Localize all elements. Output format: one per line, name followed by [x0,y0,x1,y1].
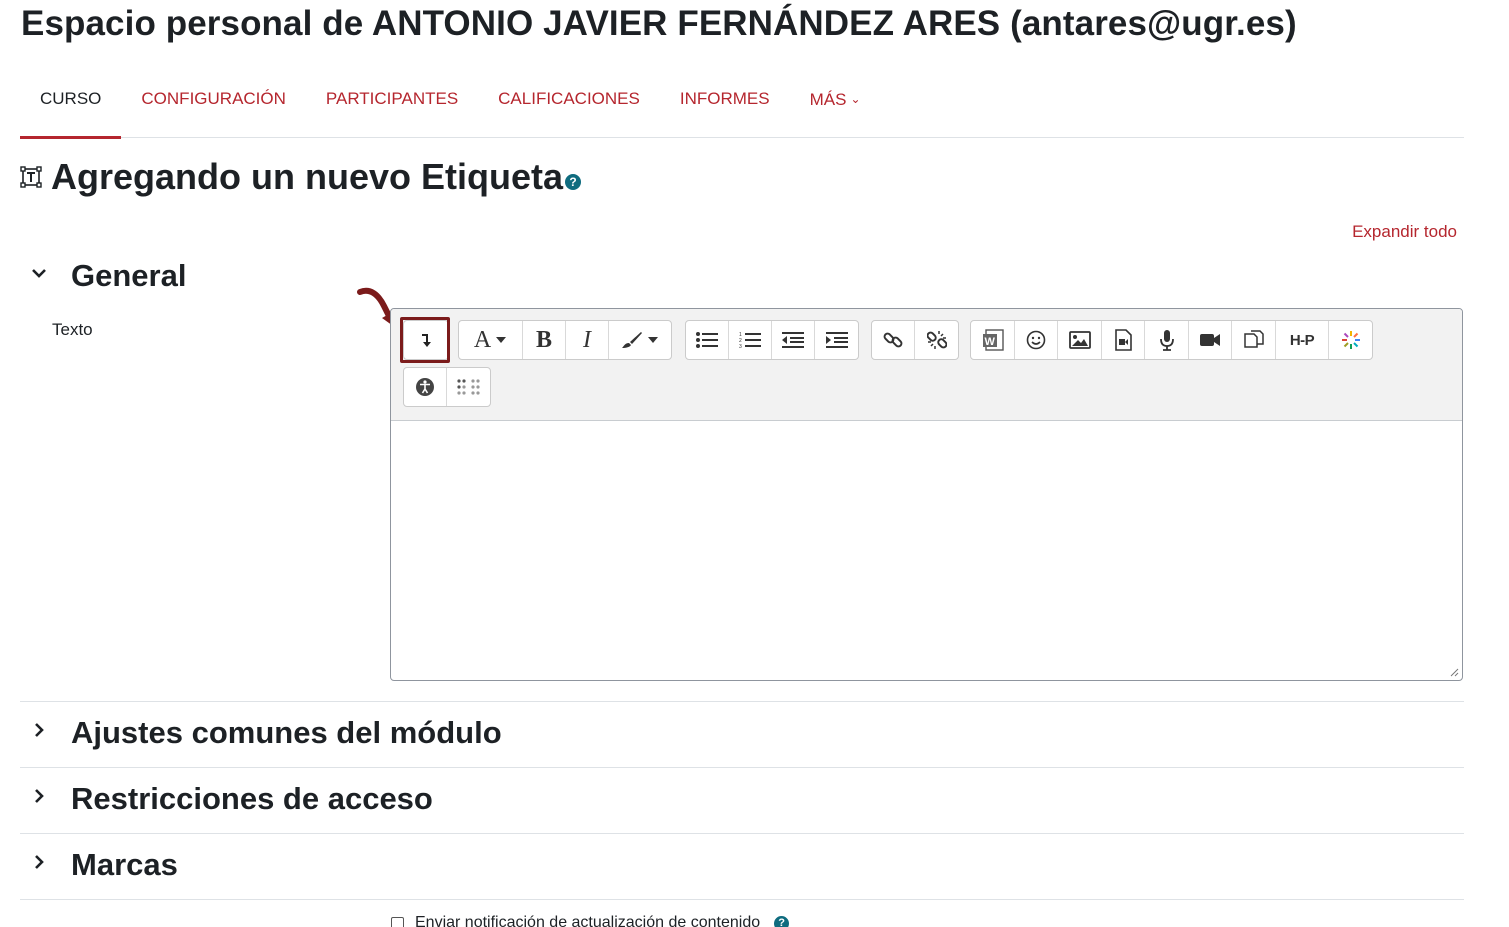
toolbar-group-links [871,320,959,360]
course-secondary-nav: CURSO CONFIGURACIÓN PARTICIPANTES CALIFI… [20,60,1464,139]
section-tags-header[interactable]: Marcas [30,847,178,883]
paint-brush-icon [622,332,642,348]
italic-button[interactable]: I [566,321,609,359]
section-access-header[interactable]: Restricciones de acceso [30,781,433,817]
toolbar-group-accessibility [403,367,491,407]
caret-down-icon [648,337,658,343]
caret-down-icon [496,337,507,343]
section-title: General [71,258,187,293]
record-audio-button[interactable] [1145,321,1189,359]
tab-label: CONFIGURACIÓN [141,89,286,108]
chevron-right-icon [30,853,50,877]
label-icon [20,166,42,188]
editor-content-area[interactable] [391,421,1462,680]
word-label: W [984,336,995,348]
page-header-prefix: Espacio personal de [21,4,364,43]
kaltura-icon [1341,331,1360,349]
chevron-right-icon [30,787,50,811]
section-title: Ajustes comunes del módulo [71,715,502,750]
word-import-button[interactable]: W [971,321,1015,359]
notify-update-label: Enviar notificación de actualización de … [415,914,761,927]
tab-label: CURSO [40,89,102,108]
screenreader-helper-icon [456,379,480,395]
divider [20,701,1464,702]
bold-icon: B [535,326,552,353]
indent-icon [825,332,848,348]
tab-configuracion[interactable]: CONFIGURACIÓN [121,60,306,138]
bold-button[interactable]: B [523,321,566,359]
chevron-down-icon [30,264,50,288]
font-style-button[interactable]: A [459,321,523,359]
record-video-button[interactable] [1189,321,1232,359]
accessibility-checker-icon [416,378,434,396]
expand-all-link[interactable]: Expandir todo [1352,222,1457,242]
record-audio-icon [1159,330,1174,351]
toolbar-group-media: W H-P [970,320,1373,360]
section-title: Marcas [71,847,178,882]
unlink-icon [926,331,947,349]
unlink-button[interactable] [915,321,958,359]
resize-handle-icon[interactable] [1449,667,1459,677]
chevron-down-icon: ⌄ [850,92,861,106]
page-title: Agregando un nuevo Etiqueta [51,156,564,197]
divider [20,833,1464,834]
media-button[interactable] [1102,321,1145,359]
font-style-icon: A [473,326,492,353]
section-general-header[interactable]: General [30,258,186,294]
image-button[interactable] [1058,321,1102,359]
h5p-button[interactable]: H-P [1276,321,1329,359]
activity-title: Agregando un nuevo Etiqueta ? [20,156,582,198]
text-field-label: Texto [52,320,93,339]
section-module-settings-header[interactable]: Ajustes comunes del módulo [30,715,502,751]
page-header-name: ANTONIO JAVIER FERNÁNDEZ ARES (antares@u… [371,4,1297,43]
tab-label: MÁS [809,90,847,109]
indent-button[interactable] [815,321,858,359]
section-title: Restricciones de acceso [71,781,433,816]
manage-files-button[interactable] [1232,321,1276,359]
paint-brush-button[interactable] [609,321,671,359]
screenreader-helper-button[interactable] [447,368,490,406]
italic-icon: I [583,326,591,353]
accessibility-checker-button[interactable] [404,368,447,406]
manage-files-icon [1243,330,1264,348]
divider [20,767,1464,768]
unordered-list-icon [696,332,718,348]
kaltura-button[interactable] [1329,321,1372,359]
tab-label: INFORMES [679,89,770,108]
tab-mas[interactable]: MÁS ⌄ [790,60,881,138]
emoji-icon [1026,330,1046,350]
image-icon [1068,331,1091,349]
record-video-icon [1200,334,1220,346]
h5p-icon: H-P [1289,331,1315,349]
tab-label: CALIFICACIONES [498,89,640,108]
link-button[interactable] [872,321,915,359]
ordered-list-button[interactable]: 123 [729,321,772,359]
tab-curso[interactable]: CURSO [20,60,122,139]
notify-update-row: Enviar notificación de actualización de … [391,914,790,927]
text-editor: A B I 123 W H-P [390,308,1463,681]
tab-informes[interactable]: INFORMES [660,60,790,138]
link-icon [883,332,903,348]
toolbar-group-style: A B I [458,320,672,360]
outdent-icon [782,332,804,348]
svg-text:3: 3 [739,344,742,349]
chevron-right-icon [30,721,50,745]
highlight-box [400,317,450,363]
help-icon[interactable]: ? [774,915,790,927]
help-icon[interactable]: ? [565,174,582,190]
divider [20,899,1464,900]
word-import-icon: W [982,329,1004,351]
page-header: Espacio personal de ANTONIO JAVIER FERNÁ… [21,4,1297,44]
outdent-button[interactable] [772,321,815,359]
tab-calificaciones[interactable]: CALIFICACIONES [478,60,660,138]
tab-participantes[interactable]: PARTICIPANTES [306,60,478,138]
toolbar-group-lists: 123 [685,320,859,360]
unordered-list-button[interactable] [686,321,729,359]
tab-label: PARTICIPANTES [325,89,459,108]
ordered-list-icon: 123 [739,332,761,349]
notify-update-checkbox[interactable] [391,916,404,927]
emoji-button[interactable] [1015,321,1058,359]
media-icon [1115,329,1132,351]
editor-toolbar: A B I 123 W H-P [391,309,1462,421]
